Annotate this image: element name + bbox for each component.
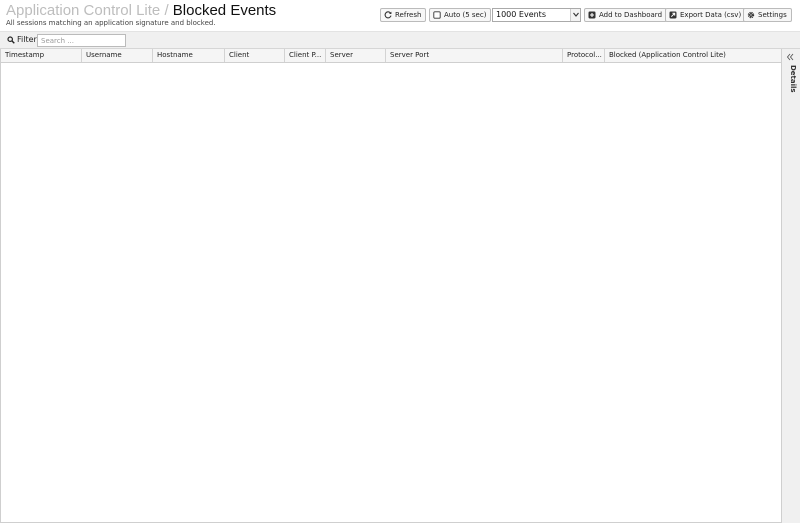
column-header-timestamp[interactable]: Timestamp bbox=[1, 49, 82, 62]
events-limit-select[interactable]: 1000 Events bbox=[492, 8, 581, 22]
column-header-server[interactable]: Server bbox=[326, 49, 386, 62]
export-data-button[interactable]: Export Data (csv) bbox=[665, 8, 747, 22]
auto-refresh-toggle[interactable]: Auto (5 sec) bbox=[429, 8, 492, 22]
refresh-button-label: Refresh bbox=[395, 11, 422, 19]
filter-bar: Filter bbox=[0, 31, 800, 49]
settings-button[interactable]: Settings bbox=[743, 8, 792, 22]
double-chevron-left-icon[interactable] bbox=[786, 53, 796, 61]
page-subtitle: All sessions matching an application sig… bbox=[6, 19, 216, 27]
column-header-username[interactable]: Username bbox=[82, 49, 153, 62]
page-header: Application Control Lite / Blocked Event… bbox=[0, 0, 800, 31]
column-header-server-port[interactable]: Server Port bbox=[386, 49, 563, 62]
add-to-dashboard-label: Add to Dashboard bbox=[599, 11, 663, 19]
plus-square-icon bbox=[588, 11, 596, 19]
column-header-client-port[interactable]: Client P... bbox=[285, 49, 326, 62]
breadcrumb-app-name[interactable]: Application Control Lite bbox=[6, 2, 160, 19]
column-header-hostname[interactable]: Hostname bbox=[153, 49, 225, 62]
details-panel-label: Details bbox=[789, 65, 797, 93]
search-input[interactable] bbox=[37, 34, 126, 47]
gear-icon bbox=[747, 11, 755, 19]
checkbox-icon bbox=[433, 11, 441, 19]
details-panel[interactable]: Details bbox=[781, 49, 800, 523]
refresh-button[interactable]: Refresh bbox=[380, 8, 427, 22]
chevron-down-icon[interactable] bbox=[570, 9, 580, 21]
external-link-icon bbox=[669, 11, 677, 19]
refresh-icon bbox=[384, 11, 392, 19]
grid-header: Timestamp Username Hostname Client Clien… bbox=[1, 49, 781, 63]
filter-label-text: Filter bbox=[17, 35, 37, 44]
breadcrumb-current-page: Blocked Events bbox=[172, 2, 277, 19]
search-icon bbox=[7, 35, 15, 44]
events-limit-value: 1000 Events bbox=[496, 10, 546, 19]
column-header-protocol[interactable]: Protocol... bbox=[563, 49, 605, 62]
column-header-client[interactable]: Client bbox=[225, 49, 285, 62]
column-header-blocked[interactable]: Blocked (Application Control Lite) bbox=[605, 49, 781, 62]
export-data-label: Export Data (csv) bbox=[680, 11, 742, 19]
events-grid: Timestamp Username Hostname Client Clien… bbox=[0, 49, 781, 523]
add-to-dashboard-button[interactable]: Add to Dashboard bbox=[584, 8, 668, 22]
filter-label: Filter bbox=[7, 35, 37, 44]
page-title: Application Control Lite / Blocked Event… bbox=[6, 2, 276, 20]
breadcrumb-separator: / bbox=[164, 2, 169, 19]
auto-refresh-label: Auto (5 sec) bbox=[444, 11, 487, 19]
settings-button-label: Settings bbox=[758, 11, 787, 19]
